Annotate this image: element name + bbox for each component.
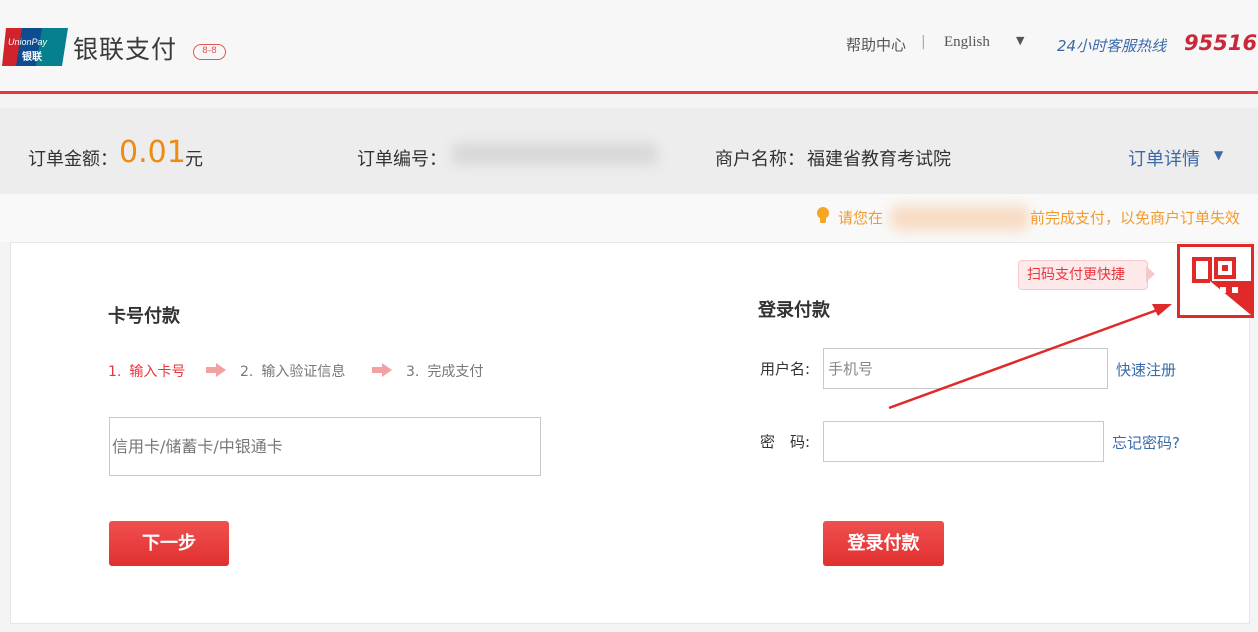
- card-pay-title: 卡号付款: [108, 306, 180, 327]
- qr-code-icon[interactable]: [1177, 244, 1254, 318]
- notice-text-end: 前完成支付，以免商户订单失效: [1030, 209, 1241, 227]
- arrow-right-icon: [372, 363, 392, 377]
- deadline-redacted: [890, 205, 1030, 231]
- qr-tip-bubble: 扫码支付更快捷: [1018, 260, 1148, 290]
- step-2: 2. 输入验证信息: [240, 361, 345, 381]
- step-3-number: 3.: [406, 364, 420, 380]
- order-number-label: 订单编号：: [357, 149, 447, 170]
- unionpay-logo[interactable]: UnionPay 银联: [2, 26, 69, 68]
- password-label: 密 码:: [760, 433, 811, 451]
- help-center-link[interactable]: 帮助中心: [846, 34, 906, 55]
- step-1: 1. 输入卡号: [108, 361, 185, 381]
- arrow-right-icon: [206, 363, 226, 377]
- header-separator: |: [921, 34, 926, 50]
- forgot-password-link[interactable]: 忘记密码?: [1112, 432, 1180, 453]
- brand-name: 银联支付: [73, 35, 178, 64]
- merchant-label: 商户名称：: [715, 149, 805, 170]
- qr-tip-tail: [1146, 266, 1155, 282]
- quick-register-link[interactable]: 快速注册: [1116, 359, 1176, 380]
- logo-text-top: UnionPay: [8, 37, 48, 47]
- card-number-input[interactable]: [109, 417, 541, 476]
- order-number-redacted: [452, 143, 657, 165]
- username-input[interactable]: [823, 348, 1108, 389]
- order-amount-label: 订单金额：: [28, 149, 118, 170]
- chevron-down-icon[interactable]: ▼: [1214, 148, 1223, 162]
- logo-text-bottom: 银联: [22, 50, 42, 63]
- notice-text-start: 请您在: [838, 209, 884, 227]
- username-label: 用户名:: [760, 360, 811, 378]
- login-pay-button[interactable]: 登录付款: [823, 521, 944, 566]
- step-3-label: 完成支付: [427, 364, 484, 380]
- chevron-down-icon[interactable]: ▼: [1016, 34, 1024, 47]
- header-divider: [0, 91, 1258, 94]
- step-1-label: 输入卡号: [129, 364, 186, 380]
- login-pay-title: 登录付款: [758, 300, 830, 321]
- brand-badge: 8-8: [193, 44, 226, 60]
- order-amount-unit: 元: [185, 149, 203, 170]
- hotline-label: 24小时客服热线: [1057, 37, 1167, 55]
- next-step-button[interactable]: 下一步: [109, 521, 229, 566]
- step-1-number: 1.: [108, 364, 122, 380]
- password-input[interactable]: [823, 421, 1104, 462]
- lightbulb-icon: [817, 207, 829, 223]
- merchant-name: 福建省教育考试院: [807, 149, 951, 170]
- language-selector[interactable]: English: [944, 34, 990, 51]
- order-amount-value: 0.01: [119, 135, 186, 170]
- order-detail-link[interactable]: 订单详情: [1128, 145, 1200, 171]
- step-2-number: 2.: [240, 364, 254, 380]
- hotline-number: 95516: [1184, 31, 1258, 55]
- step-2-label: 输入验证信息: [261, 364, 346, 380]
- step-3: 3. 完成支付: [406, 361, 483, 381]
